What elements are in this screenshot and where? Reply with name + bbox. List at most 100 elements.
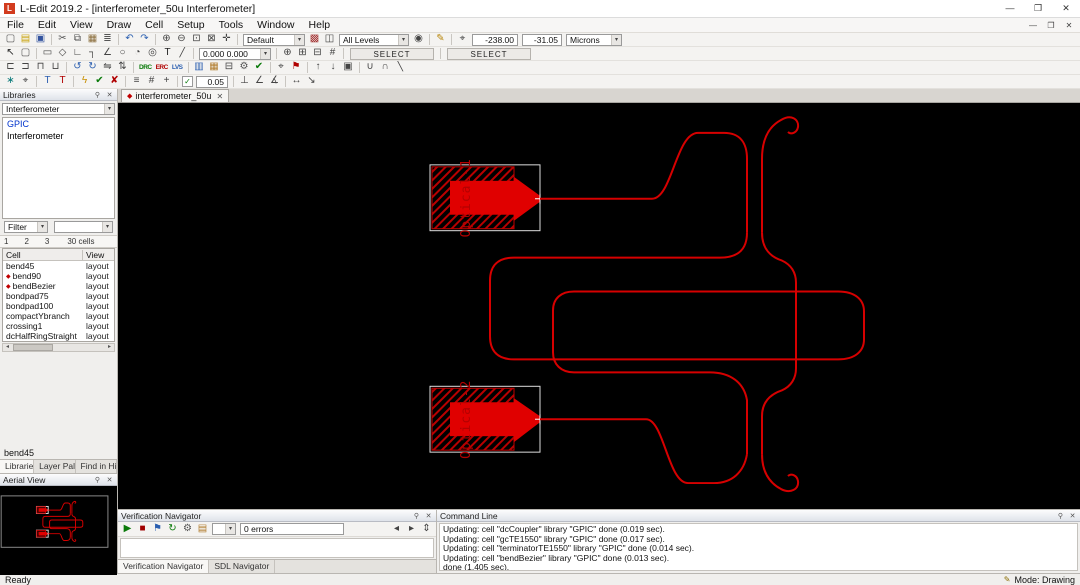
aerial-view-extent[interactable] <box>1 496 108 547</box>
maximize-button[interactable]: ❐ <box>1024 0 1052 17</box>
waveguide-bus-right[interactable] <box>762 233 796 454</box>
select-mode-right-field[interactable]: SELECT <box>447 48 531 60</box>
paste-icon[interactable]: ▦ <box>85 33 100 46</box>
chevron-down-icon[interactable]: ▾ <box>294 35 304 45</box>
tab-sdl-navigator[interactable]: SDL Navigator <box>209 560 275 573</box>
chevron-down-icon[interactable]: ▾ <box>611 35 621 45</box>
redo-icon[interactable]: ↷ <box>137 33 152 46</box>
up-hierarchy-icon[interactable]: ↑ <box>311 61 326 74</box>
grating-coupler-optical-2[interactable]: Optical-2 <box>430 380 545 459</box>
mdi-restore-button[interactable]: ❐ <box>1042 21 1060 30</box>
down-hierarchy-icon[interactable]: ↓ <box>326 61 341 74</box>
layers-list-icon[interactable]: ≡ <box>129 75 144 88</box>
library-item-gpic[interactable]: GPIC <box>3 118 114 130</box>
menu-draw[interactable]: Draw <box>100 19 139 31</box>
waveguide-long-arm[interactable] <box>490 233 864 454</box>
gear-icon[interactable]: ⚙ <box>237 61 252 74</box>
vn-flag-icon[interactable]: ⚑ <box>150 523 165 536</box>
flip-h-icon[interactable]: ⇋ <box>100 61 115 74</box>
tab-close-icon[interactable]: ✕ <box>216 92 223 101</box>
target-icon[interactable]: ⌖ <box>274 61 289 74</box>
boolean-union-icon[interactable]: ∪ <box>363 61 378 74</box>
chevron-down-icon[interactable]: ▾ <box>260 49 270 59</box>
open-cell-icon[interactable]: ▣ <box>341 61 356 74</box>
circle-tool-icon[interactable]: ○ <box>115 47 130 60</box>
tcell-edit-icon[interactable]: T <box>55 75 70 88</box>
dimension-icon[interactable]: ↔ <box>289 75 304 88</box>
vn-filter-combo[interactable]: ▾ <box>212 523 236 535</box>
zoom-out-icon[interactable]: ⊖ <box>174 33 189 46</box>
cell-row-bendBezier[interactable]: ◆bendBezierlayout <box>3 281 114 291</box>
menu-setup[interactable]: Setup <box>170 19 211 31</box>
align-right-icon[interactable]: ⊐ <box>18 61 33 74</box>
slice-icon[interactable]: ╲ <box>393 61 408 74</box>
open-icon[interactable]: ▤ <box>18 33 33 46</box>
close-icon[interactable]: ✕ <box>424 512 433 520</box>
verification-results-area[interactable] <box>120 538 434 558</box>
waveguide-terminator-bottom[interactable] <box>762 454 798 491</box>
command-line-log[interactable]: Updating: cell "dcCoupler" library "GPIC… <box>439 523 1078 571</box>
vn-stop-icon[interactable]: ■ <box>135 523 150 536</box>
measure-icon[interactable]: ↘ <box>304 75 319 88</box>
levels-combo[interactable]: All Levels▾ <box>339 34 409 46</box>
waveguide-input-top[interactable] <box>48 503 70 514</box>
close-icon[interactable]: ✕ <box>105 91 114 99</box>
pin-icon[interactable]: ⚲ <box>93 476 102 484</box>
column-header-view[interactable]: View <box>83 250 114 260</box>
select-tool-icon[interactable]: ↖ <box>3 47 18 60</box>
rotate-cw-icon[interactable]: ↻ <box>85 61 100 74</box>
ortho-icon[interactable]: ⊥ <box>237 75 252 88</box>
cell-row-compactYbranch[interactable]: compactYbranchlayout <box>3 311 114 321</box>
tab-libraries[interactable]: Libraries <box>0 460 34 473</box>
text-tool-icon[interactable]: T <box>160 47 175 60</box>
pin-icon[interactable]: ⚲ <box>412 512 421 520</box>
close-icon[interactable]: ✕ <box>105 476 114 484</box>
mdi-close-button[interactable]: ✕ <box>1060 21 1078 30</box>
command-line-header[interactable]: Command Line ⚲ ✕ <box>437 510 1080 522</box>
aerial-view-canvas[interactable] <box>0 486 117 575</box>
tab-find-in-hi[interactable]: Find in Hi... <box>76 460 117 473</box>
scroll-right-icon[interactable]: ▸ <box>105 344 114 351</box>
libraries-panel-header[interactable]: Libraries ⚲ ✕ <box>0 89 117 101</box>
waveguide-bus-right[interactable] <box>72 514 76 538</box>
vn-expand-icon[interactable]: ⇕ <box>419 523 434 536</box>
probe-icon[interactable]: ⌖ <box>18 75 33 88</box>
vn-settings-icon[interactable]: ⚙ <box>180 523 195 536</box>
layer-combo[interactable]: Default▾ <box>243 34 305 46</box>
instance-tool-icon[interactable]: ⊞ <box>295 47 310 60</box>
grid-toggle-icon[interactable]: # <box>144 75 159 88</box>
scrollbar-thumb[interactable] <box>13 344 53 351</box>
tab-verification-navigator[interactable]: Verification Navigator <box>118 560 209 573</box>
waveguide-input-top[interactable] <box>540 133 747 233</box>
pin-icon[interactable]: ⚲ <box>93 91 102 99</box>
wire45-tool-icon[interactable]: ∠ <box>100 47 115 60</box>
pie-tool-icon[interactable]: ◔ <box>130 47 145 60</box>
pass-icon[interactable]: ✔ <box>92 75 107 88</box>
filter-combo[interactable]: Filter ▾ <box>4 221 48 233</box>
drc-icon[interactable]: DRC <box>137 64 154 71</box>
grating-coupler-optical-1[interactable] <box>36 506 48 513</box>
layout-canvas[interactable]: Optical-1 Optical-2 <box>118 103 1080 509</box>
waveguide-coupler-top-right[interactable] <box>72 501 76 513</box>
library-combo[interactable]: Interferometer ▾ <box>2 103 115 115</box>
zoom-box-icon[interactable]: ⊡ <box>189 33 204 46</box>
close-icon[interactable]: ✕ <box>1068 512 1077 520</box>
new-icon[interactable]: ▢ <box>3 33 18 46</box>
align-left-icon[interactable]: ⊏ <box>3 61 18 74</box>
menu-help[interactable]: Help <box>302 19 338 31</box>
verification-navigator-header[interactable]: Verification Navigator ⚲ ✕ <box>118 510 436 522</box>
menu-window[interactable]: Window <box>250 19 301 31</box>
vn-run-icon[interactable]: ▶ <box>120 523 135 536</box>
menu-file[interactable]: File <box>0 19 31 31</box>
diagonal-icon[interactable]: ∠ <box>252 75 267 88</box>
marker-flag-icon[interactable]: ⚑ <box>289 61 304 74</box>
lvs-icon[interactable]: LVS <box>170 64 185 71</box>
side-view-icon[interactable]: ◫ <box>322 33 337 46</box>
minimize-button[interactable]: — <box>996 0 1024 17</box>
wire-tool-icon[interactable]: ┐ <box>85 47 100 60</box>
chevron-down-icon[interactable]: ▾ <box>398 35 408 45</box>
port-tool-icon[interactable]: ⊕ <box>280 47 295 60</box>
vn-errors-field[interactable]: 0 errors <box>240 523 344 535</box>
close-button[interactable]: ✕ <box>1052 0 1080 17</box>
save-icon[interactable]: ▣ <box>33 33 48 46</box>
